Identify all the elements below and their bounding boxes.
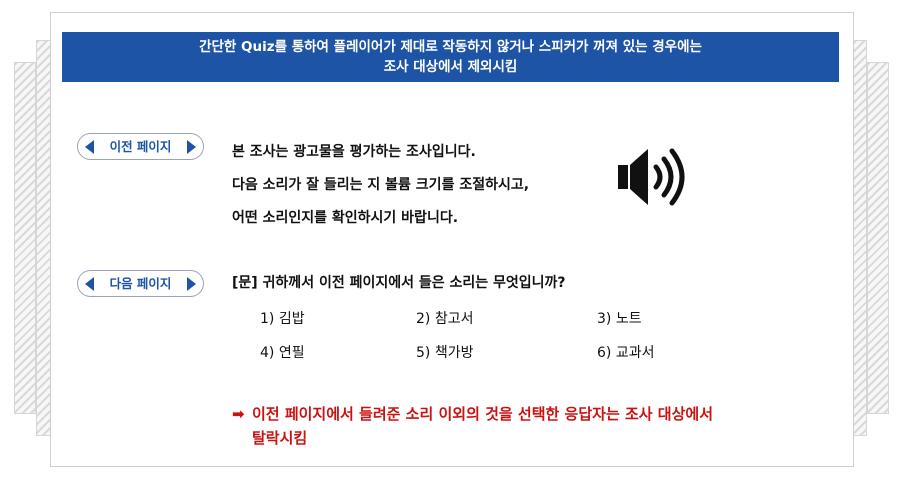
answer-option-3[interactable]: 3) 노트: [597, 308, 642, 328]
intro-line-1: 본 조사는 광고물을 평가하는 조사입니다.: [232, 144, 476, 160]
dropout-warning: ➡ 이전 페이지에서 들려준 소리 이외의 것을 선택한 응답자는 조사 대상에서…: [232, 402, 713, 450]
warning-line-2: 탈락시킴: [252, 429, 308, 447]
answer-option-2[interactable]: 2) 참고서: [416, 308, 473, 328]
question-text: [문] 귀하께서 이전 페이지에서 들은 소리는 무엇입니까?: [232, 275, 566, 291]
notice-banner: 간단한 Quiz를 통하여 플레이어가 제대로 작동하지 않거나 스피커가 꺼져…: [62, 32, 839, 82]
banner-line-2: 조사 대상에서 제외시킴: [383, 59, 518, 75]
decor-stripe-right-outer: [867, 62, 889, 414]
decor-stripe-left-outer: [14, 62, 36, 414]
next-page-label: 다음 페이지: [109, 276, 172, 291]
answer-option-6[interactable]: 6) 교과서: [597, 342, 654, 362]
banner-line-1: 간단한 Quiz를 통하여 플레이어가 제대로 작동하지 않거나 스피커가 꺼져…: [199, 39, 702, 55]
next-page-button[interactable]: 다음 페이지: [77, 270, 204, 297]
speaker-volume-icon[interactable]: [614, 143, 694, 211]
intro-line-2: 다음 소리가 잘 들리는 지 볼륨 크기를 조절하시고,: [232, 177, 530, 193]
prev-page-button[interactable]: 이전 페이지: [77, 133, 204, 160]
warning-line-1: 이전 페이지에서 들려준 소리 이외의 것을 선택한 응답자는 조사 대상에서: [252, 405, 714, 423]
answer-option-4[interactable]: 4) 연필: [260, 342, 305, 362]
prev-page-label: 이전 페이지: [109, 139, 172, 154]
answer-option-1[interactable]: 1) 김밥: [260, 308, 305, 328]
intro-line-3: 어떤 소리인지를 확인하시기 바랍니다.: [232, 210, 459, 226]
triangle-right-icon: [187, 277, 196, 291]
triangle-right-icon: [187, 140, 196, 154]
arrow-right-icon: ➡: [232, 405, 245, 423]
answer-option-5[interactable]: 5) 책가방: [416, 342, 473, 362]
